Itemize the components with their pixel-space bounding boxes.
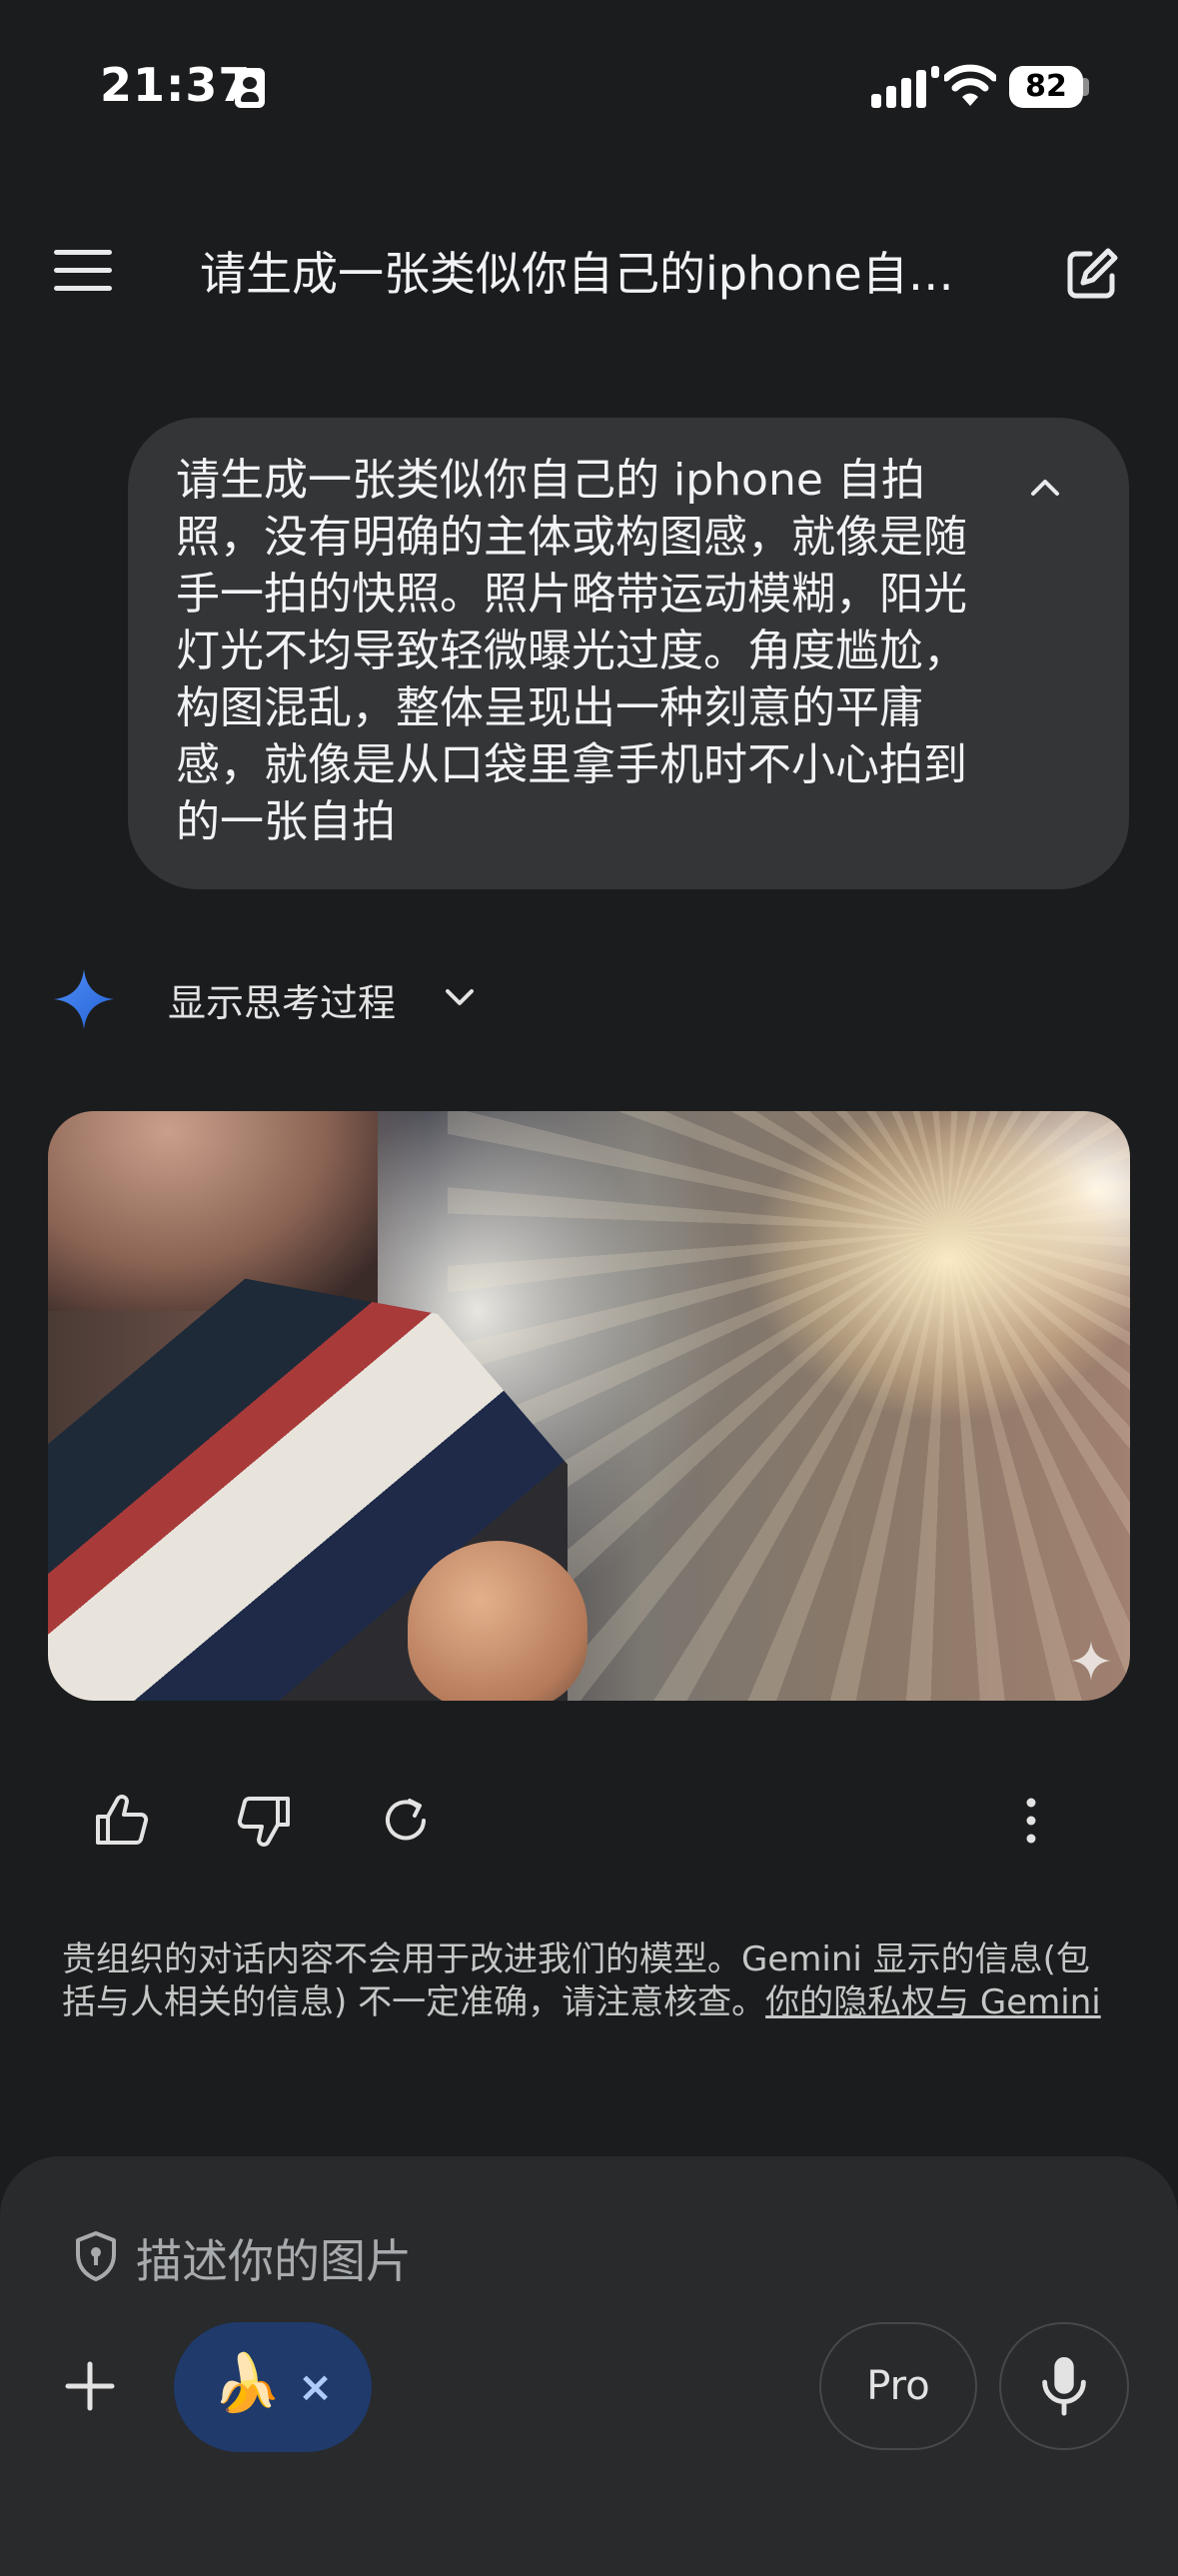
contact-badge-icon [235, 68, 265, 108]
microphone-icon [1042, 2356, 1086, 2416]
sparkle-watermark-icon [1071, 1641, 1111, 1681]
battery-indicator: 82 [1009, 66, 1083, 108]
generated-image[interactable] [48, 1111, 1130, 1701]
page-title: 请生成一张类似你自己的iphone自… [200, 247, 954, 301]
user-message-text: 请生成一张类似你自己的 iphone 自拍照，没有明确的主体或构图感，就像是随手… [176, 455, 967, 847]
banana-icon: 🍌 [212, 2351, 282, 2416]
gemini-spark-icon [54, 969, 114, 1029]
chevron-up-icon[interactable] [1027, 470, 1063, 506]
cellular-signal-icon [871, 66, 939, 108]
more-vert-icon[interactable] [999, 1789, 1063, 1853]
mic-button[interactable] [999, 2322, 1129, 2450]
show-thinking-button[interactable]: 显示思考过程 [168, 972, 396, 1027]
pro-model-button[interactable]: Pro [819, 2322, 977, 2450]
privacy-link[interactable]: 你的隐私权与 Gemini [765, 1982, 1101, 2022]
prompt-input[interactable]: 描述你的图片 [136, 2225, 412, 2291]
image-hand [408, 1541, 588, 1701]
chevron-down-icon[interactable] [442, 979, 478, 1015]
menu-icon[interactable] [54, 250, 112, 294]
thumbs-down-icon[interactable] [232, 1789, 296, 1853]
wifi-icon [944, 64, 996, 106]
new-chat-edit-icon[interactable] [1064, 246, 1120, 302]
chip-close-icon[interactable]: × [298, 2362, 333, 2411]
shield-icon [76, 2231, 116, 2281]
status-time: 21:37 [100, 58, 252, 112]
thumbs-up-icon[interactable] [90, 1789, 154, 1853]
plus-icon[interactable] [60, 2356, 120, 2416]
battery-tip-icon [1083, 78, 1089, 96]
disclaimer-text: 贵组织的对话内容不会用于改进我们的模型。Gemini 显示的信息(包括与人相关的… [62, 1938, 1121, 2024]
regenerate-icon[interactable] [374, 1789, 438, 1853]
